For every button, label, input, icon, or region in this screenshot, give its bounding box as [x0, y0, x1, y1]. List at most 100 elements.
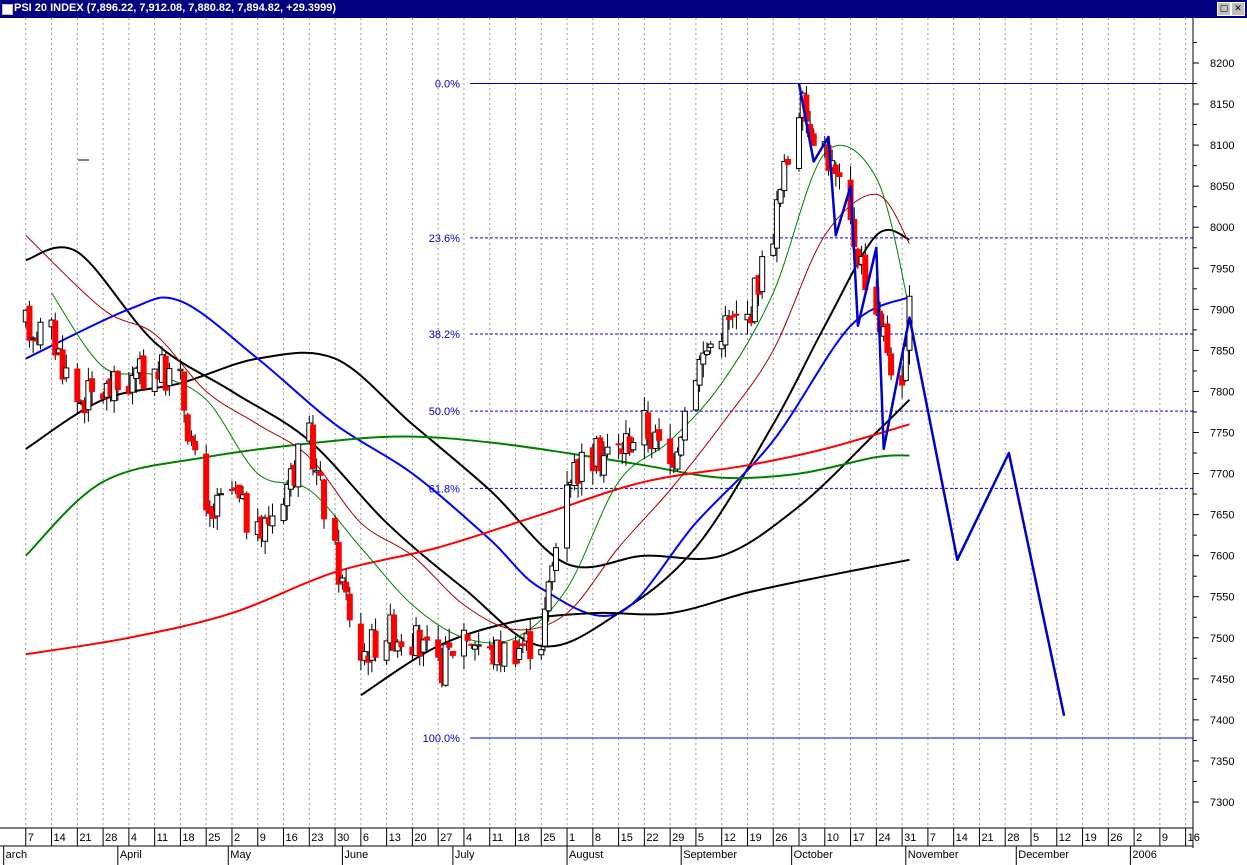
window-menu-icon[interactable] [2, 4, 13, 15]
candle-body [645, 412, 652, 440]
candle-body [777, 188, 784, 204]
candle-body [781, 160, 788, 192]
y-tick-label: 8200 [1210, 58, 1234, 70]
month-label: July [455, 849, 475, 861]
x-tick-label: 4 [466, 832, 472, 844]
x-tick-label: 26 [775, 832, 787, 844]
x-tick-label: 28 [105, 832, 117, 844]
y-tick-label: 8000 [1210, 222, 1234, 234]
candle-body [564, 484, 571, 549]
candle-body [37, 321, 44, 346]
x-tick-label: 15 [621, 832, 633, 844]
x-tick-label: 18 [517, 832, 529, 844]
x-tick-label: 14 [956, 832, 968, 844]
title-bar: PSI 20 INDEX (7,896.22, 7,912.08, 7,880.… [0, 0, 1247, 18]
x-tick-label: 14 [54, 832, 66, 844]
candle-body [773, 199, 780, 249]
x-tick-label: 27 [440, 832, 452, 844]
candle-body [435, 639, 442, 658]
candle-body [89, 378, 96, 393]
x-tick-label: 7 [930, 832, 936, 844]
candle-body [26, 305, 33, 341]
close-icon[interactable]: ✕ [1231, 2, 1245, 16]
month-label: June [344, 849, 368, 861]
candle-body [214, 494, 221, 517]
candle-body [346, 593, 353, 621]
x-tick-label: 10 [827, 832, 839, 844]
x-tick-label: 23 [311, 832, 323, 844]
window-title: PSI 20 INDEX (7,896.22, 7,912.08, 7,880.… [14, 2, 336, 14]
candle-body [538, 649, 545, 656]
candle-body [729, 315, 736, 318]
y-tick-label: 7350 [1210, 756, 1234, 768]
candle-body [796, 117, 803, 169]
candle-body [733, 313, 740, 316]
candle-body [188, 435, 195, 442]
month-label: November [908, 849, 959, 861]
x-tick-label: 2 [1136, 832, 1142, 844]
candle-body [372, 630, 379, 658]
y-tick-label: 7300 [1210, 797, 1234, 809]
x-tick-label: 19 [749, 832, 761, 844]
x-tick-label: 5 [698, 832, 704, 844]
x-tick-label: 5 [1033, 832, 1039, 844]
window-title-values: (7,896.22, 7,912.08, 7,880.82, 7,894.82,… [86, 2, 337, 14]
month-label: October [794, 849, 833, 861]
candle-body [578, 451, 585, 482]
candle-body [181, 371, 188, 411]
candle-body [398, 641, 405, 648]
x-tick-label: 1 [569, 832, 575, 844]
x-tick-label: 25 [543, 832, 555, 844]
candle-body [516, 647, 523, 660]
candle-body [449, 650, 456, 656]
candle-body [203, 453, 210, 511]
candle-body [464, 634, 471, 641]
fib-level-label: 0.0% [435, 79, 460, 91]
x-tick-label: 9 [260, 832, 266, 844]
candle-body [63, 367, 70, 379]
x-tick-label: 24 [878, 832, 890, 844]
candle-body [420, 639, 427, 653]
x-tick-label: 3 [801, 832, 807, 844]
fib-level-label: 100.0% [423, 733, 461, 745]
x-tick-label: 12 [724, 832, 736, 844]
x-tick-label: 8 [595, 832, 601, 844]
x-tick-label: 7 [28, 832, 34, 844]
candle-body [114, 370, 121, 391]
candle-body [228, 489, 235, 492]
candle-body [295, 443, 302, 488]
x-tick-label: 9 [1162, 832, 1168, 844]
candle-body [527, 631, 534, 660]
candle-body [703, 350, 710, 356]
candle-body [519, 643, 526, 647]
x-tick-label: 17 [853, 832, 865, 844]
candle-body [166, 368, 173, 387]
candle-body [140, 355, 147, 390]
y-tick-label: 7500 [1210, 633, 1234, 645]
y-tick-label: 7600 [1210, 551, 1234, 563]
x-tick-label: 20 [414, 832, 426, 844]
candle-body [446, 642, 453, 648]
month-label: May [230, 849, 251, 861]
y-tick-label: 8050 [1210, 181, 1234, 193]
month-label: September [683, 849, 737, 861]
month-label: December [1018, 849, 1069, 861]
restore-icon[interactable]: ▢ [1217, 2, 1231, 16]
x-tick-label: 16 [286, 832, 298, 844]
candle-body [192, 440, 199, 451]
x-tick-label: 4 [131, 832, 137, 844]
candle-body [545, 581, 552, 612]
x-tick-label: 19 [1085, 832, 1097, 844]
y-tick-label: 7400 [1210, 715, 1234, 727]
candle-body [888, 353, 895, 376]
x-tick-label: 12 [1059, 832, 1071, 844]
candle-body [726, 317, 733, 320]
candle-body [280, 503, 287, 522]
candle-body [74, 368, 81, 403]
x-tick-label: 13 [389, 832, 401, 844]
x-tick-label: 6 [363, 832, 369, 844]
candle-body [884, 323, 891, 354]
candle-body [836, 172, 843, 178]
y-tick-label: 7750 [1210, 428, 1234, 440]
x-tick-label: 11 [492, 832, 503, 844]
